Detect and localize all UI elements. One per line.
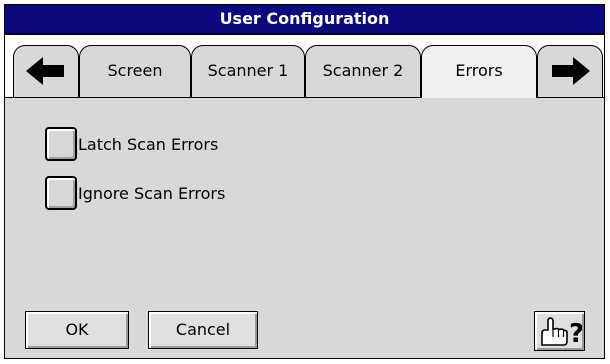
tab-scanner-1[interactable]: Scanner 1 bbox=[191, 45, 305, 97]
tab-screen[interactable]: Screen bbox=[79, 45, 191, 97]
config-window: User Configuration Screen Scanner 1 Scan… bbox=[4, 4, 605, 359]
latch-scan-errors-option[interactable]: Latch Scan Errors bbox=[45, 125, 218, 163]
window-title: User Configuration bbox=[5, 5, 604, 35]
arrow-right-icon bbox=[552, 57, 590, 85]
tab-errors[interactable]: Errors bbox=[421, 45, 537, 99]
tab-next-button[interactable] bbox=[537, 45, 603, 97]
help-hand-question-icon: ? bbox=[540, 317, 582, 347]
tab-strip: Screen Scanner 1 Scanner 2 Errors bbox=[5, 35, 604, 99]
latch-scan-errors-checkbox[interactable] bbox=[45, 127, 77, 161]
ignore-scan-errors-checkbox[interactable] bbox=[45, 176, 77, 210]
svg-text:?: ? bbox=[569, 319, 582, 347]
latch-scan-errors-label: Latch Scan Errors bbox=[78, 134, 219, 154]
tab-scanner-2[interactable]: Scanner 2 bbox=[305, 45, 421, 97]
arrow-left-icon bbox=[26, 57, 64, 85]
ok-button[interactable]: OK bbox=[25, 311, 129, 349]
tab-prev-button[interactable] bbox=[13, 45, 79, 97]
cancel-button[interactable]: Cancel bbox=[148, 311, 258, 349]
help-button[interactable]: ? bbox=[534, 311, 585, 351]
errors-panel: Latch Scan Errors Ignore Scan Errors OK … bbox=[5, 98, 604, 358]
ignore-scan-errors-option[interactable]: Ignore Scan Errors bbox=[45, 174, 225, 212]
ignore-scan-errors-label: Ignore Scan Errors bbox=[78, 183, 226, 203]
